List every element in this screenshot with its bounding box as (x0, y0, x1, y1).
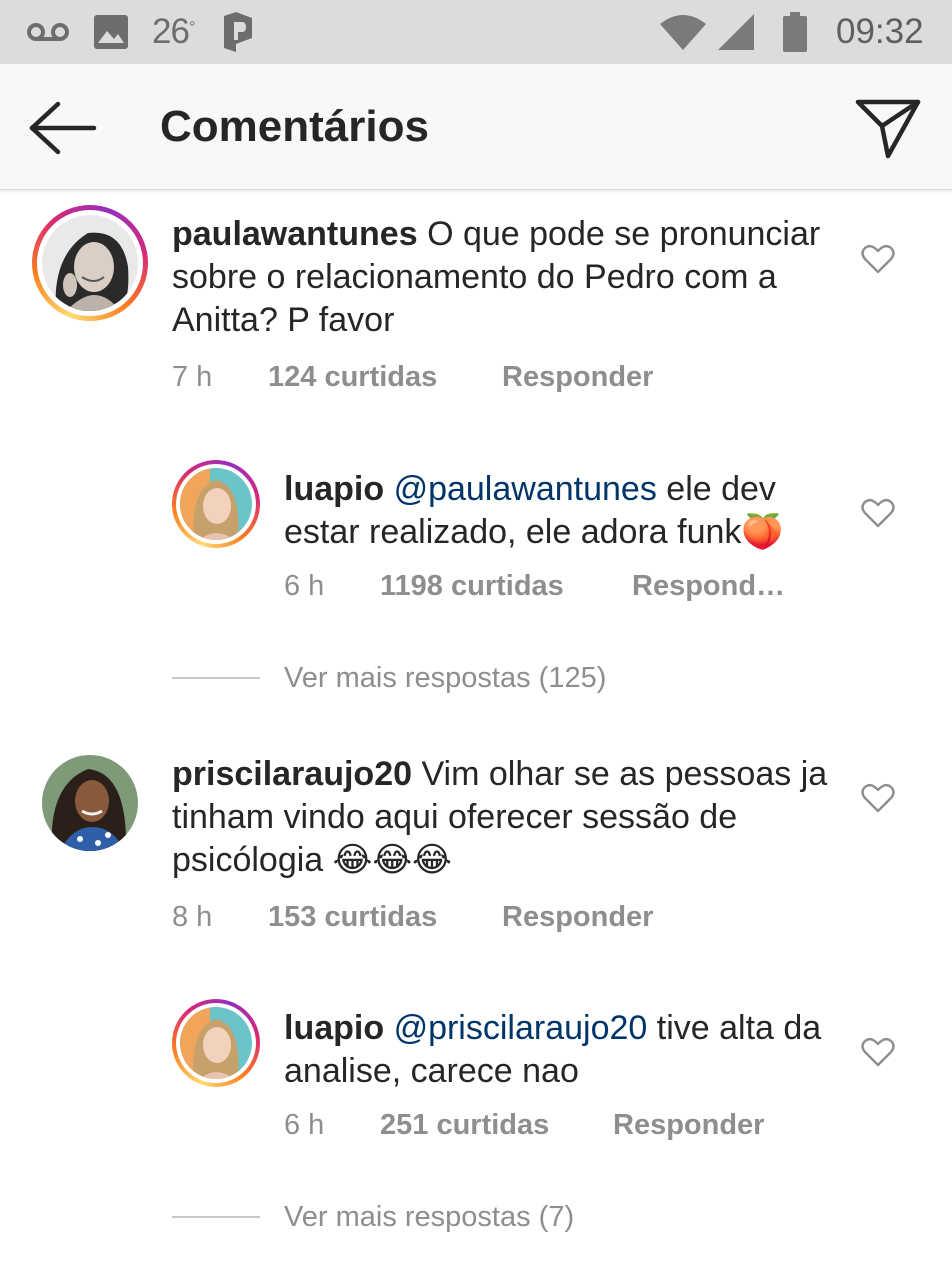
profile-photo (42, 755, 138, 851)
heart-icon (861, 244, 895, 274)
reply-button[interactable]: Responder (613, 1109, 764, 1142)
heart-icon (861, 1037, 895, 1067)
reply-meta: 6 h 1198 curtidas Respond… (284, 570, 824, 606)
view-more-replies-label[interactable]: Ver mais respostas (7) (284, 1197, 574, 1237)
reply-likes[interactable]: 251 curtidas (380, 1109, 549, 1142)
avatar-priscilaraujo20[interactable] (42, 755, 138, 851)
comment-likes[interactable]: 124 curtidas (268, 361, 437, 394)
share-button[interactable] (854, 96, 922, 160)
profile-photo (180, 468, 252, 540)
reply-time: 6 h (284, 1109, 325, 1141)
reply-text: luapio @priscilaraujo20 tive alta da ana… (284, 1007, 824, 1093)
back-button[interactable] (28, 100, 98, 156)
reply-text: luapio @paulawantunes ele dev estar real… (284, 468, 844, 554)
image-icon (94, 0, 128, 64)
divider-line (172, 677, 260, 679)
page-title: Comentários (160, 102, 429, 151)
profile-photo (42, 215, 138, 311)
comment-username[interactable]: priscilaraujo20 (172, 755, 412, 793)
like-button[interactable] (861, 497, 895, 529)
profile-photo (180, 1007, 252, 1079)
view-more-replies[interactable]: Ver mais respostas (125) (0, 658, 952, 698)
reply-button[interactable]: Respond… (632, 570, 785, 603)
avatar-luapio[interactable] (172, 999, 260, 1087)
view-more-replies[interactable]: Ver mais respostas (7) (0, 1197, 952, 1237)
wifi-icon (660, 0, 706, 64)
reply-mention[interactable]: @priscilaraujo20 (394, 1009, 648, 1047)
clock-time: 09:32 (836, 12, 924, 51)
like-button[interactable] (861, 782, 895, 814)
like-button[interactable] (861, 1036, 895, 1068)
temperature-value: 26 (152, 12, 190, 51)
reply-time: 6 h (284, 570, 325, 602)
like-button[interactable] (861, 243, 895, 275)
comment-item: paulawantunes O que pode se pronunciar s… (0, 205, 952, 405)
paper-plane-icon (855, 99, 921, 159)
reply-button[interactable]: Responder (502, 361, 653, 394)
reply-username[interactable]: luapio (284, 1009, 384, 1047)
avatar-luapio[interactable] (172, 460, 260, 548)
reply-item: luapio @paulawantunes ele dev estar real… (0, 460, 952, 620)
reply-item: luapio @priscilaraujo20 tive alta da ana… (0, 999, 952, 1159)
signal-icon (718, 0, 754, 64)
comment-username[interactable]: paulawantunes (172, 215, 418, 253)
temperature-text: 26 ° (152, 0, 195, 64)
comment-text: paulawantunes O que pode se pronunciar s… (172, 213, 832, 342)
reply-button[interactable]: Responder (502, 901, 653, 934)
comment-time: 8 h (172, 901, 213, 933)
reply-username[interactable]: luapio (284, 470, 384, 508)
parking-icon (222, 0, 254, 64)
reply-mention[interactable]: @paulawantunes (394, 470, 657, 508)
reply-meta: 6 h 251 curtidas Responder (284, 1109, 824, 1145)
comment-item: priscilaraujo20 Vim olhar se as pessoas … (0, 745, 952, 945)
heart-icon (861, 783, 895, 813)
app-header: Comentários (0, 64, 952, 190)
degree-sign: ° (188, 19, 195, 36)
comment-text: priscilaraujo20 Vim olhar se as pessoas … (172, 753, 832, 882)
avatar-paulawantunes[interactable] (32, 205, 148, 321)
comment-meta: 8 h 153 curtidas Responder (172, 901, 772, 937)
comment-time: 7 h (172, 361, 213, 393)
view-more-replies-label[interactable]: Ver mais respostas (125) (284, 658, 606, 698)
comment-meta: 7 h 124 curtidas Responder (172, 361, 772, 397)
heart-icon (861, 498, 895, 528)
divider-line (172, 1216, 260, 1218)
voicemail-icon (26, 0, 70, 64)
arrow-left-icon (29, 101, 97, 155)
status-bar: 26 ° 09:32 (0, 0, 952, 64)
comment-likes[interactable]: 153 curtidas (268, 901, 437, 934)
battery-icon (782, 0, 808, 64)
reply-likes[interactable]: 1198 curtidas (380, 570, 564, 603)
